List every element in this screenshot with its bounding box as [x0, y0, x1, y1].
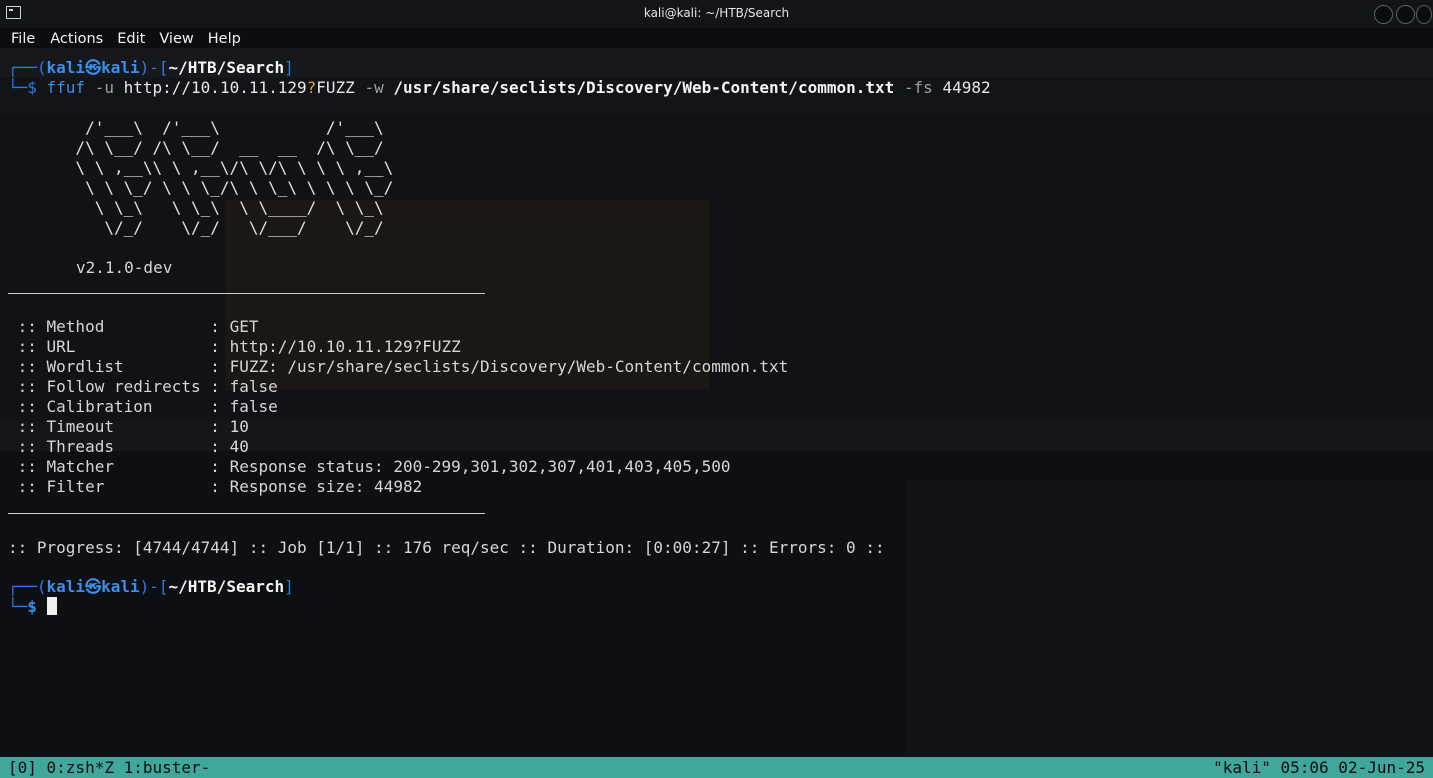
config-key: Timeout: [46, 417, 114, 436]
banner-ascii-5: \ \_\ \ \_\ \ \____/ \ \_\: [8, 198, 452, 217]
minimize-button[interactable]: [1374, 5, 1393, 24]
config-pad: [124, 357, 211, 376]
menu-edit[interactable]: Edit: [117, 28, 159, 52]
config-pad: [201, 377, 211, 396]
prompt-line-1: ┌──(kali㉿kali)-[~/HTB/Search]: [8, 58, 294, 77]
config-value: Response size: 44982: [229, 477, 423, 496]
config-key: URL: [46, 337, 76, 356]
maximize-button[interactable]: [1396, 5, 1415, 24]
input-line[interactable]: └─$: [8, 597, 57, 617]
window-titlebar: kali@kali: ~/HTB/Search: [0, 0, 1433, 28]
config-pad: [114, 437, 210, 456]
terminal-output[interactable]: ┌──(kali㉿kali)-[~/HTB/Search] └─$ ffuf -…: [0, 52, 1433, 757]
config-row: :: Method : GET: [8, 317, 259, 336]
menu-view[interactable]: View: [159, 28, 207, 52]
tmux-window-list[interactable]: [0] 0:zsh*Z 1:buster-: [8, 757, 210, 778]
window-title: kali@kali: ~/HTB/Search: [643, 6, 790, 20]
tmux-status-right: "kali" 05:06 02-Jun-25: [1213, 758, 1425, 777]
menu-actions[interactable]: Actions: [50, 28, 117, 52]
config-row: :: Filter : Response size: 44982: [8, 477, 423, 496]
tmux-status-bar: [0] 0:zsh*Z 1:buster- "kali" 05:06 02-Ju…: [0, 757, 1433, 778]
config-key: Filter: [46, 477, 105, 496]
progress-line: :: Progress: [4744/4744] :: Job [1/1] ::…: [8, 538, 885, 557]
config-pad: [104, 317, 210, 336]
menu-bar: File Actions Edit View Help: [0, 28, 1433, 52]
config-row: :: Threads : 40: [8, 437, 249, 456]
banner-ascii-1: /'___\ /'___\ /'___\: [8, 118, 452, 137]
config-value: false: [229, 397, 278, 416]
config-value: http://10.10.11.129?FUZZ: [229, 337, 461, 356]
config-row: :: Matcher : Response status: 200-299,30…: [8, 457, 731, 476]
config-key: Follow redirects: [46, 377, 201, 396]
prompt-line-2: ┌──(kali㉿kali)-[~/HTB/Search]: [8, 577, 294, 596]
config-key: Matcher: [46, 457, 114, 476]
config-value: Response status: 200-299,301,302,307,401…: [229, 457, 731, 476]
config-pad: [153, 397, 211, 416]
config-value: FUZZ: /usr/share/seclists/Discovery/Web-…: [229, 357, 789, 376]
config-row: :: Follow redirects : false: [8, 377, 278, 396]
config-value: 40: [229, 437, 249, 456]
config-key: Calibration: [46, 397, 153, 416]
config-row: :: Calibration : false: [8, 397, 278, 416]
config-row: :: Wordlist : FUZZ: /usr/share/seclists/…: [8, 357, 789, 376]
banner-ascii-3: \ \ ,__\\ \ ,__\/\ \/\ \ \ \ ,__\: [8, 158, 452, 177]
ffuf-version: v2.1.0-dev: [76, 258, 173, 277]
command-line: └─$ ffuf -u http://10.10.11.129?FUZZ -w …: [8, 78, 991, 97]
separator-top: [8, 293, 485, 294]
config-value: false: [229, 377, 278, 396]
config-pad: [104, 477, 210, 496]
config-row: :: Timeout : 10: [8, 417, 249, 436]
banner-ascii-6: \/_/ \/_/ \/___/ \/_/: [8, 218, 452, 237]
banner-ascii-4: \ \ \_/ \ \ \_/\ \ \_\ \ \ \ \_/: [8, 178, 452, 197]
separator-bottom: [8, 513, 485, 514]
banner-ascii-2: /\ \__/ /\ \__/ __ __ /\ \__/: [8, 138, 452, 157]
config-key: Wordlist: [46, 357, 124, 376]
menu-file[interactable]: File: [0, 28, 50, 52]
config-pad: [114, 417, 210, 436]
config-value: 10: [229, 417, 249, 436]
config-key: Method: [46, 317, 105, 336]
config-pad: [75, 337, 210, 356]
config-pad: [114, 457, 210, 476]
text-cursor: [46, 597, 57, 615]
config-row: :: URL : http://10.10.11.129?FUZZ: [8, 337, 461, 356]
config-key: Threads: [46, 437, 114, 456]
menu-help[interactable]: Help: [208, 28, 255, 52]
config-value: GET: [229, 317, 259, 336]
close-button[interactable]: [1416, 5, 1432, 24]
